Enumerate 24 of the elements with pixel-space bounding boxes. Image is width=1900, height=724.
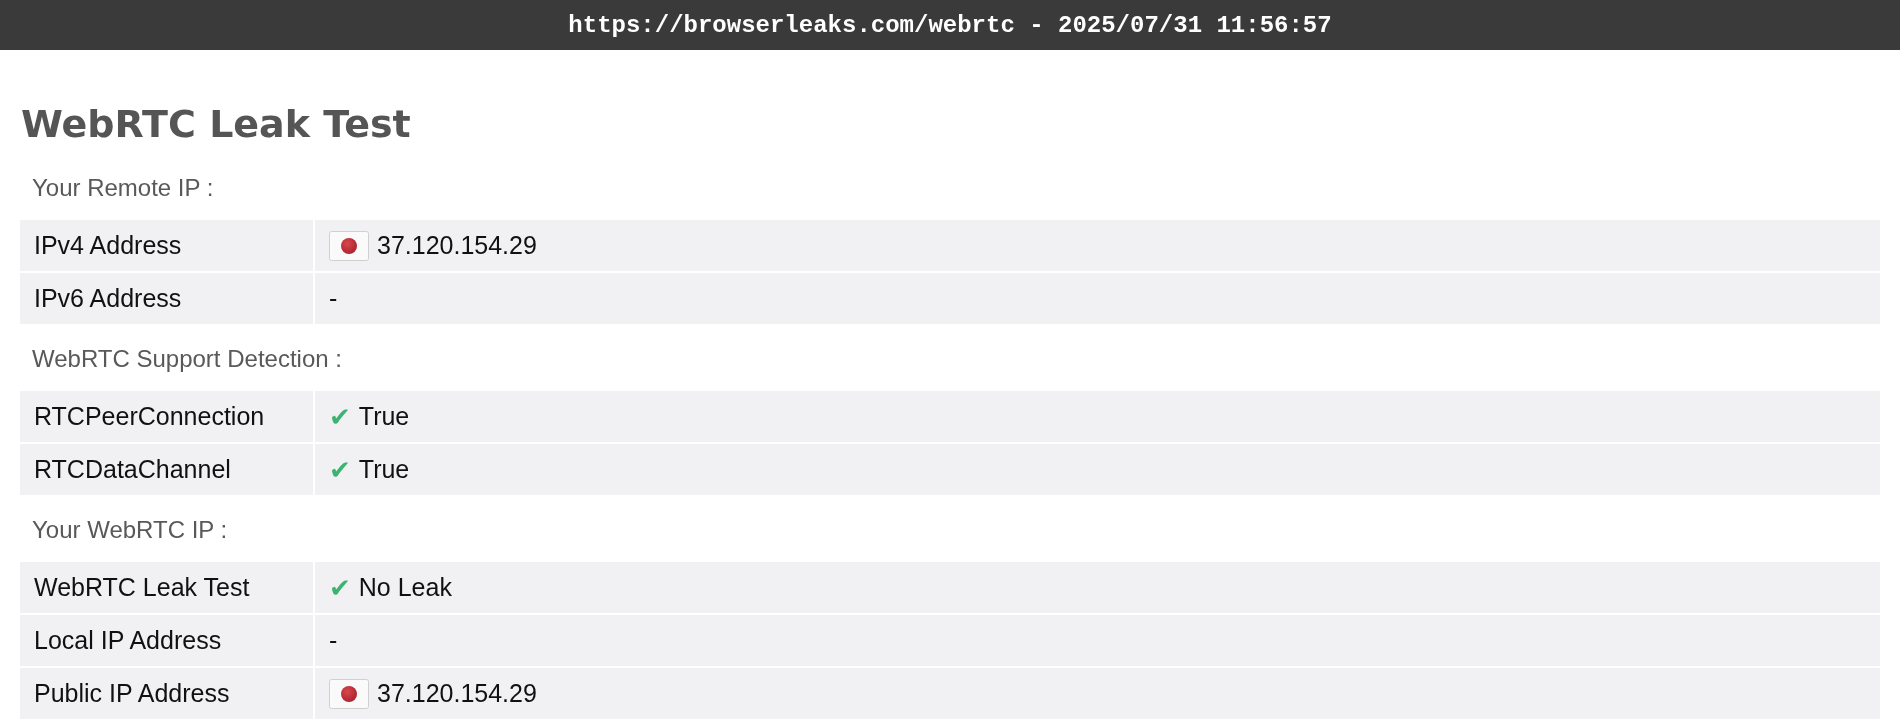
table-cell: IPv6 Address bbox=[20, 273, 313, 324]
flag-icon bbox=[329, 678, 369, 709]
flag-icon bbox=[329, 230, 369, 261]
value-text: True bbox=[358, 402, 410, 431]
table-cell: Public IP Address bbox=[20, 668, 313, 719]
table-cell: Local IP Address bbox=[20, 615, 313, 666]
page-title: WebRTC Leak Test bbox=[20, 101, 412, 148]
value-text: 37.120.154.29 bbox=[377, 679, 537, 708]
table-cell: IPv4 Address bbox=[20, 220, 313, 271]
section-heading: WebRTC Support Detection : bbox=[32, 345, 342, 372]
table-cell: RTCPeerConnection bbox=[20, 391, 313, 442]
value-text: No Leak bbox=[358, 573, 452, 602]
section-heading: Your Remote IP : bbox=[32, 174, 214, 201]
url-text: https://browserleaks.com/webrtc - 2025/07/31 11:56:57 bbox=[568, 11, 1332, 39]
table-cell: WebRTC Leak Test bbox=[20, 562, 313, 613]
table-cell: RTCDataChannel bbox=[20, 444, 313, 495]
value-text: True bbox=[358, 455, 410, 484]
check-icon: ✔ bbox=[329, 454, 351, 485]
check-icon: ✔ bbox=[329, 572, 351, 603]
section-heading: Your WebRTC IP : bbox=[32, 516, 228, 543]
check-icon: ✔ bbox=[329, 401, 351, 432]
value-text: 37.120.154.29 bbox=[377, 231, 537, 260]
value-text: - bbox=[329, 284, 338, 313]
value-text: - bbox=[329, 626, 338, 655]
